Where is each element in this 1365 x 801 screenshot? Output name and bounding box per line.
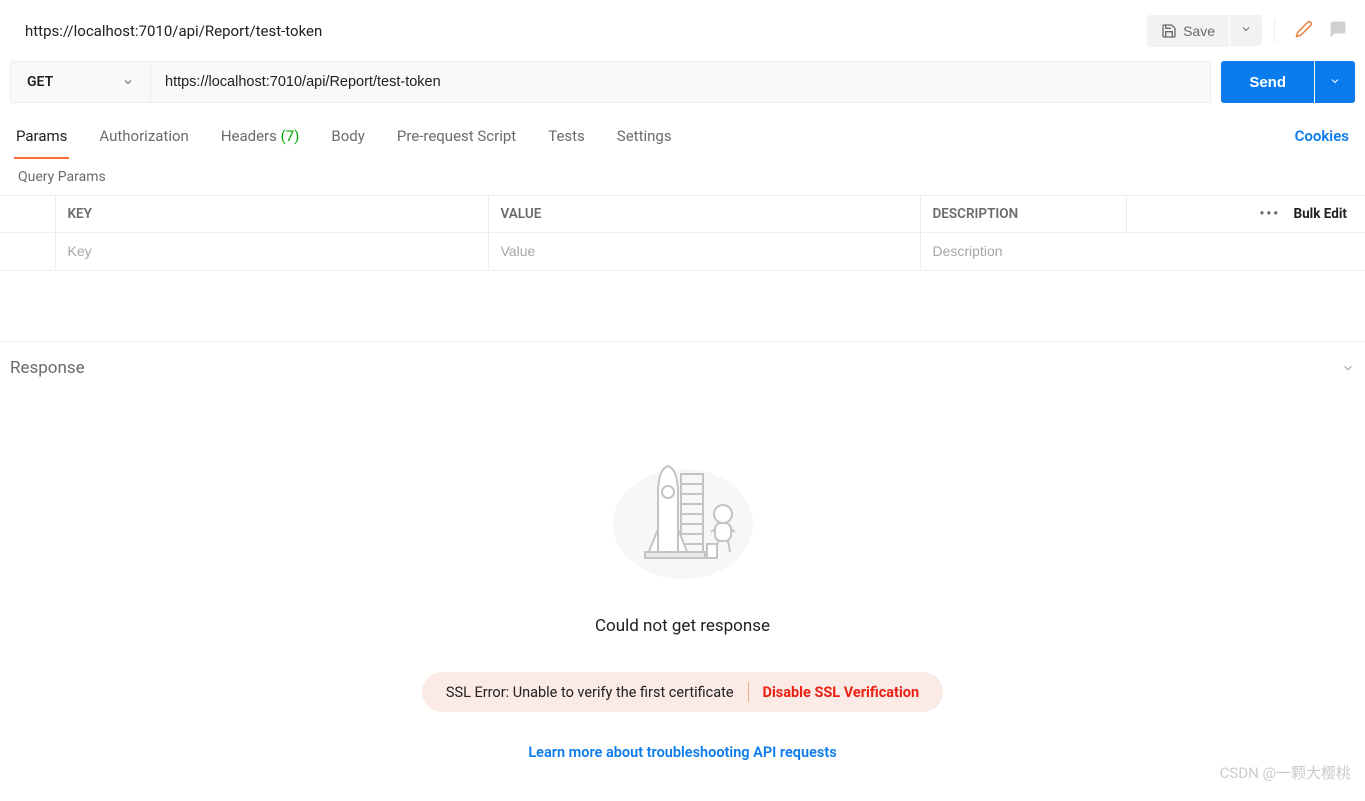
key-input[interactable] (68, 243, 476, 259)
chevron-down-icon (122, 76, 134, 88)
value-header: VALUE (488, 196, 920, 233)
save-dropdown-button[interactable] (1230, 15, 1262, 46)
tab-prerequest[interactable]: Pre-request Script (395, 113, 518, 159)
value-input[interactable] (501, 243, 908, 259)
more-options-icon[interactable]: ••• (1250, 206, 1291, 222)
description-input[interactable] (933, 243, 1348, 259)
save-button[interactable]: Save (1147, 15, 1229, 47)
save-icon (1161, 23, 1177, 39)
tab-settings[interactable]: Settings (615, 113, 674, 159)
response-label: Response (10, 358, 85, 378)
chevron-down-icon (1329, 75, 1341, 87)
error-banner: SSL Error: Unable to verify the first ce… (422, 672, 943, 712)
rocket-illustration (603, 444, 763, 584)
tab-tests[interactable]: Tests (546, 113, 587, 159)
chevron-down-icon (1240, 23, 1252, 35)
tab-authorization[interactable]: Authorization (97, 113, 190, 159)
query-params-label: Query Params (0, 159, 1365, 195)
divider (1274, 19, 1275, 43)
method-select[interactable]: GET (11, 62, 151, 102)
request-title: https://localhost:7010/api/Report/test-t… (10, 22, 1147, 40)
description-header: DESCRIPTION (920, 196, 1126, 233)
checkbox-header (0, 196, 55, 233)
cookies-link[interactable]: Cookies (1295, 127, 1351, 145)
tab-body[interactable]: Body (329, 113, 366, 159)
chevron-down-icon[interactable] (1341, 361, 1355, 375)
edit-button[interactable] (1287, 12, 1321, 49)
method-label: GET (27, 74, 53, 90)
url-input[interactable] (151, 62, 1210, 102)
key-header: KEY (55, 196, 488, 233)
bulk-edit-button[interactable]: Bulk Edit (1293, 206, 1347, 222)
save-label: Save (1183, 23, 1215, 39)
divider (748, 682, 749, 702)
comment-icon (1329, 20, 1347, 38)
error-text: SSL Error: Unable to verify the first ce… (446, 684, 734, 701)
tab-headers[interactable]: Headers (7) (219, 113, 302, 159)
send-button[interactable]: Send (1221, 61, 1314, 103)
disable-ssl-button[interactable]: Disable SSL Verification (763, 684, 920, 701)
pencil-icon (1295, 20, 1313, 38)
send-dropdown-button[interactable] (1315, 61, 1355, 103)
comment-button[interactable] (1321, 12, 1355, 49)
tab-params[interactable]: Params (14, 113, 69, 159)
table-row (0, 233, 1365, 271)
learn-more-link[interactable]: Learn more about troubleshooting API req… (20, 744, 1345, 761)
no-response-text: Could not get response (20, 616, 1345, 636)
